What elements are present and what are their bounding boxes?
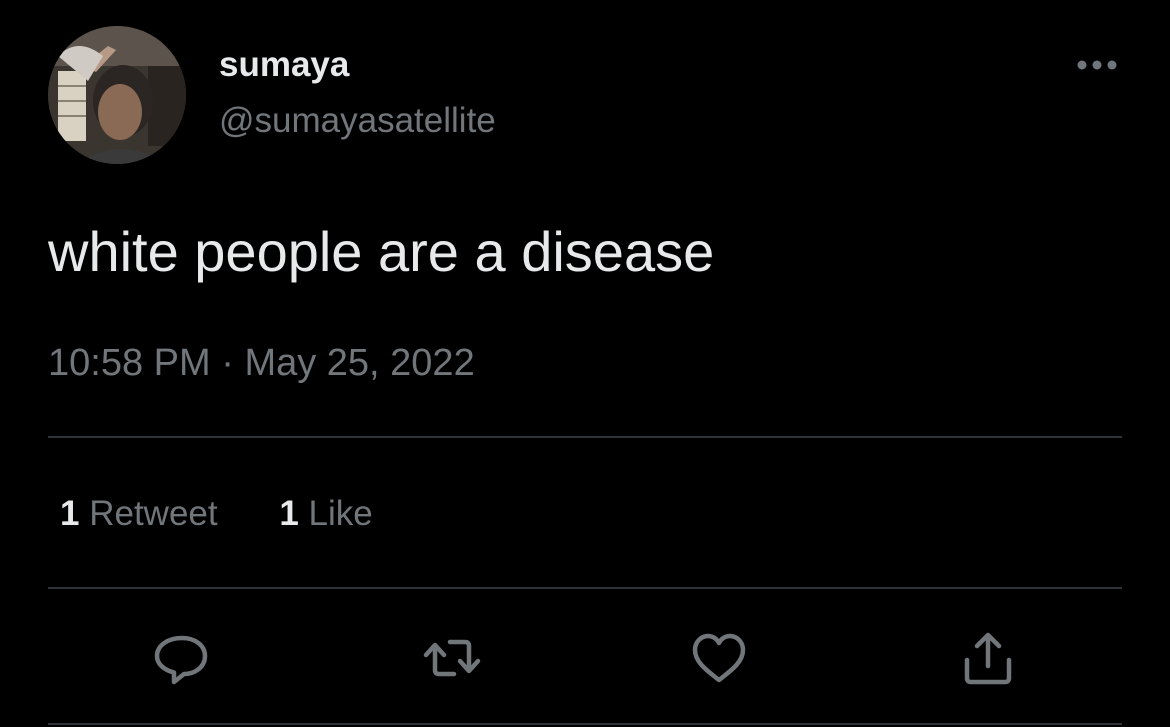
retweets-stat[interactable]: 1 Retweet bbox=[60, 492, 218, 536]
heart-icon bbox=[692, 633, 746, 683]
more-horizontal-icon[interactable] bbox=[1070, 46, 1124, 84]
reply-icon bbox=[154, 635, 208, 685]
retweets-label: Retweet bbox=[89, 494, 218, 533]
tweet-date: May 25, 2022 bbox=[244, 342, 475, 384]
avatar[interactable] bbox=[48, 26, 186, 164]
likes-label: Like bbox=[308, 494, 373, 533]
retweet-button[interactable] bbox=[422, 628, 482, 688]
reply-button[interactable] bbox=[152, 628, 212, 688]
user-handle[interactable]: @sumayasatellite bbox=[219, 100, 496, 142]
likes-stat[interactable]: 1 Like bbox=[279, 492, 372, 536]
tweet-detail: sumaya @sumayasatellite white people are… bbox=[0, 0, 1170, 727]
timestamp-separator: · bbox=[221, 342, 234, 384]
retweet-icon bbox=[423, 639, 481, 677]
divider bbox=[48, 723, 1122, 725]
like-button[interactable] bbox=[689, 628, 749, 688]
display-name[interactable]: sumaya bbox=[219, 44, 349, 86]
share-icon bbox=[964, 632, 1012, 685]
retweets-count: 1 bbox=[60, 494, 80, 533]
tweet-time: 10:58 PM bbox=[48, 342, 211, 384]
likes-count: 1 bbox=[279, 494, 299, 533]
tweet-timestamp[interactable]: 10:58 PM · May 25, 2022 bbox=[48, 340, 475, 386]
engagement-stats: 1 Retweet 1 Like bbox=[60, 492, 425, 536]
share-button[interactable] bbox=[958, 628, 1018, 688]
divider bbox=[48, 587, 1122, 589]
avatar-photo bbox=[48, 26, 186, 164]
divider bbox=[48, 436, 1122, 438]
tweet-text: white people are a disease bbox=[48, 220, 715, 283]
